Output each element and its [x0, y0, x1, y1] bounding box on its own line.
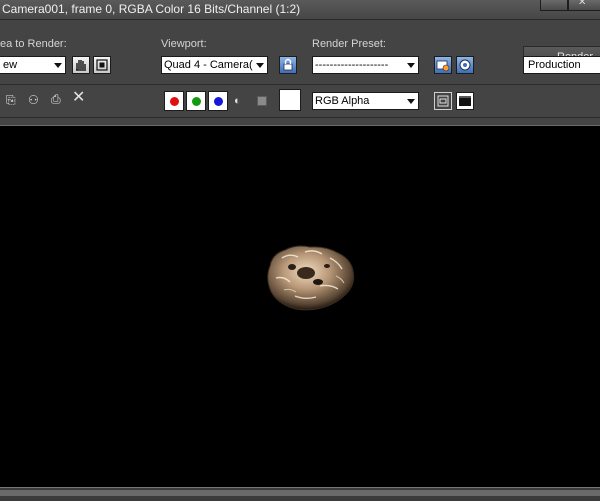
render-mode-value: Production [528, 59, 581, 71]
viewport-label: Viewport: [161, 38, 207, 50]
color-swatch[interactable] [279, 89, 301, 111]
clear-icon[interactable]: ✕ [72, 90, 85, 106]
chevron-down-icon [407, 99, 415, 104]
lock-icon [283, 58, 293, 71]
render-preset-label: Render Preset: [312, 38, 386, 50]
green-channel-button[interactable] [186, 91, 206, 111]
area-to-render-dropdown[interactable]: ew [0, 56, 66, 74]
rendered-frame [0, 125, 600, 488]
monochrome-icon[interactable] [257, 96, 267, 106]
viewport-value: Quad 4 - Camera( [164, 59, 253, 71]
toggle-ui-button[interactable] [456, 92, 474, 110]
render-setup-button[interactable] [434, 56, 452, 74]
blue-channel-icon [214, 97, 223, 106]
overlay-icon [437, 95, 449, 107]
render-preset-dropdown[interactable]: -------------------- [312, 56, 419, 74]
green-channel-icon [192, 97, 201, 106]
environment-effects-button[interactable] [456, 56, 474, 74]
window-icon [459, 96, 471, 106]
chevron-down-icon [54, 63, 62, 68]
red-channel-button[interactable] [164, 91, 184, 111]
title-bar: Camera001, frame 0, RGBA Color 16 Bits/C… [0, 0, 600, 20]
horizontal-scrollbar[interactable] [0, 490, 600, 496]
auto-region-button[interactable] [93, 56, 111, 74]
rendered-object-image [267, 245, 355, 311]
viewport-dropdown[interactable]: Quad 4 - Camera( [161, 56, 268, 74]
close-button[interactable]: ✕ [568, 0, 600, 11]
print-icon[interactable]: ⎙ [51, 93, 61, 105]
blue-channel-button[interactable] [208, 91, 228, 111]
area-to-render-label: ea to Render: [0, 38, 67, 50]
render-settings-toolbar: ea to Render: ew Viewport: Quad 4 - Came… [0, 20, 600, 85]
gear-icon [459, 59, 471, 71]
display-toolbar: ⎘ ⚇ ⎙ ✕ ◐ RGB Alpha [0, 85, 600, 118]
display-channel-dropdown[interactable]: RGB Alpha [312, 92, 419, 110]
close-icon: ✕ [578, 0, 587, 8]
render-mode-dropdown[interactable]: Production [523, 56, 600, 74]
toggle-ui-overlay-button[interactable] [434, 92, 452, 110]
alpha-toggle-icon[interactable]: ◐ [234, 95, 241, 107]
display-channel-value: RGB Alpha [315, 95, 370, 107]
copy-image-icon[interactable]: ⎘ [6, 94, 16, 106]
clone-window-icon[interactable]: ⚇ [28, 94, 39, 106]
lock-viewport-button[interactable] [279, 56, 297, 74]
chevron-down-icon [407, 63, 415, 68]
render-preset-value: -------------------- [315, 59, 389, 71]
edit-region-button[interactable] [72, 56, 90, 74]
hand-icon [76, 60, 86, 71]
window-title: Camera001, frame 0, RGBA Color 16 Bits/C… [2, 2, 301, 16]
area-to-render-value: ew [3, 59, 18, 71]
restore-button[interactable] [540, 0, 568, 11]
region-icon [96, 59, 108, 71]
chevron-down-icon [256, 63, 264, 68]
render-setup-icon [436, 60, 450, 72]
red-channel-icon [170, 97, 179, 106]
bottom-status-bar [0, 487, 600, 501]
